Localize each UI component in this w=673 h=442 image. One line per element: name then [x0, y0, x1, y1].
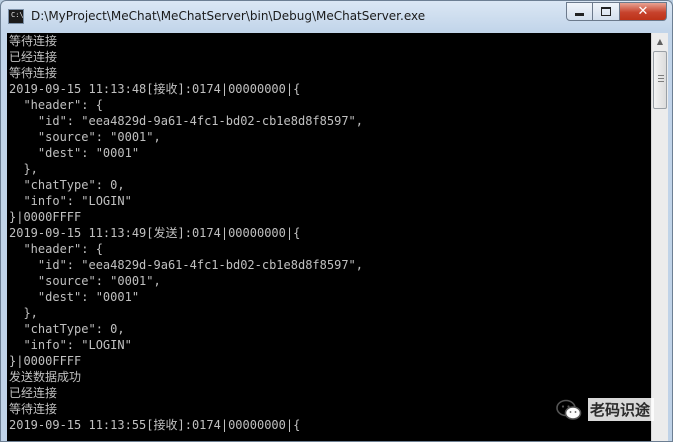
console-line: }|0000FFFF	[9, 354, 82, 368]
console-line: 已经连接	[9, 50, 58, 64]
console-window: C:\ D:\MyProject\MeChat\MeChatServer\bin…	[0, 0, 673, 442]
thumb-grip	[658, 81, 664, 82]
console-line: "source": "0001",	[9, 130, 161, 144]
console-line: }|0000FFFF	[9, 210, 82, 224]
console-output[interactable]: 等待连接 已经连接 等待连接 2019-09-15 11:13:48[接收]:0174…	[7, 33, 651, 441]
minimize-icon	[575, 13, 584, 16]
watermark-text: 老码识途	[588, 398, 655, 421]
console-line: },	[9, 162, 38, 176]
close-icon: ✕	[637, 4, 649, 19]
thumb-grip	[658, 75, 664, 76]
close-button[interactable]: ✕	[620, 2, 667, 21]
console-line: },	[9, 306, 38, 320]
console-line: 等待连接	[9, 66, 58, 80]
console-line: "id": "eea4829d-9a61-4fc1-bd02-cb1e8d8f8…	[9, 258, 364, 272]
console-line: "dest": "0001"	[9, 290, 140, 304]
console-line: 2019-09-15 11:13:48[接收]:0174|00000000|{	[9, 82, 301, 96]
console-line: 2019-09-15 11:13:49[发送]:0174|00000000|{	[9, 226, 301, 240]
window-title: D:\MyProject\MeChat\MeChatServer\bin\Deb…	[31, 9, 426, 23]
console-app-icon[interactable]: C:\	[8, 9, 24, 24]
thumb-grip	[658, 78, 664, 79]
console-line: "info": "LOGIN"	[9, 338, 132, 352]
scroll-up-arrow-icon[interactable]: ▲	[652, 33, 668, 50]
console-line: "dest": "0001"	[9, 146, 140, 160]
console-line: "source": "0001",	[9, 274, 161, 288]
console-line: "info": "LOGIN"	[9, 194, 132, 208]
caption-buttons: ✕	[566, 2, 667, 21]
wechat-icon	[556, 399, 582, 420]
console-text: 等待连接 已经连接 等待连接 2019-09-15 11:13:48[接收]:0174…	[7, 33, 651, 433]
watermark: 老码识途	[556, 398, 655, 421]
console-line: "chatType": 0,	[9, 178, 125, 192]
maximize-button[interactable]	[593, 2, 620, 21]
console-line: "chatType": 0,	[9, 322, 125, 336]
maximize-icon	[601, 7, 611, 16]
console-line: 发送数据成功	[9, 370, 82, 384]
console-line: 等待连接	[9, 402, 58, 416]
console-line: 等待连接	[9, 34, 58, 48]
console-line: "header": {	[9, 242, 103, 256]
vertical-scrollbar[interactable]: ▲	[651, 33, 668, 441]
console-line: 已经连接	[9, 386, 58, 400]
title-bar[interactable]: C:\ D:\MyProject\MeChat\MeChatServer\bin…	[1, 1, 672, 33]
console-line: 2019-09-15 11:13:55[接收]:0174|00000000|{	[9, 418, 301, 432]
console-line: "header": {	[9, 98, 103, 112]
minimize-button[interactable]	[566, 2, 593, 21]
console-line: "id": "eea4829d-9a61-4fc1-bd02-cb1e8d8f8…	[9, 114, 364, 128]
scrollbar-thumb[interactable]	[653, 51, 667, 109]
